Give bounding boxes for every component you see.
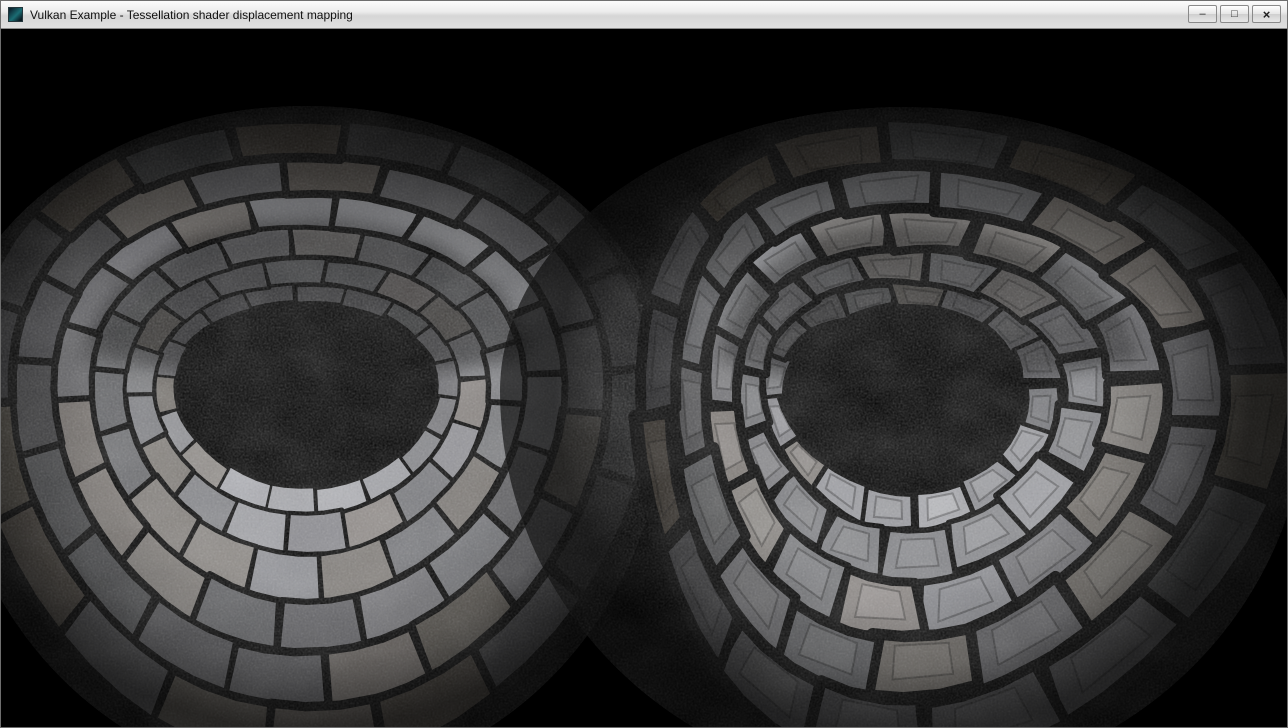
maximize-button[interactable]: □ (1220, 5, 1249, 23)
window-title: Vulkan Example - Tessellation shader dis… (30, 8, 353, 22)
window-controls: – □ × (1188, 5, 1287, 23)
app-icon (8, 7, 23, 22)
minimize-button[interactable]: – (1188, 5, 1217, 23)
vulkan-render (1, 29, 1288, 728)
torus-displacement-mapped (500, 105, 1288, 728)
close-button[interactable]: × (1252, 5, 1281, 23)
title-bar[interactable]: Vulkan Example - Tessellation shader dis… (1, 1, 1287, 29)
app-window: Vulkan Example - Tessellation shader dis… (0, 0, 1288, 728)
render-viewport[interactable] (1, 29, 1288, 728)
